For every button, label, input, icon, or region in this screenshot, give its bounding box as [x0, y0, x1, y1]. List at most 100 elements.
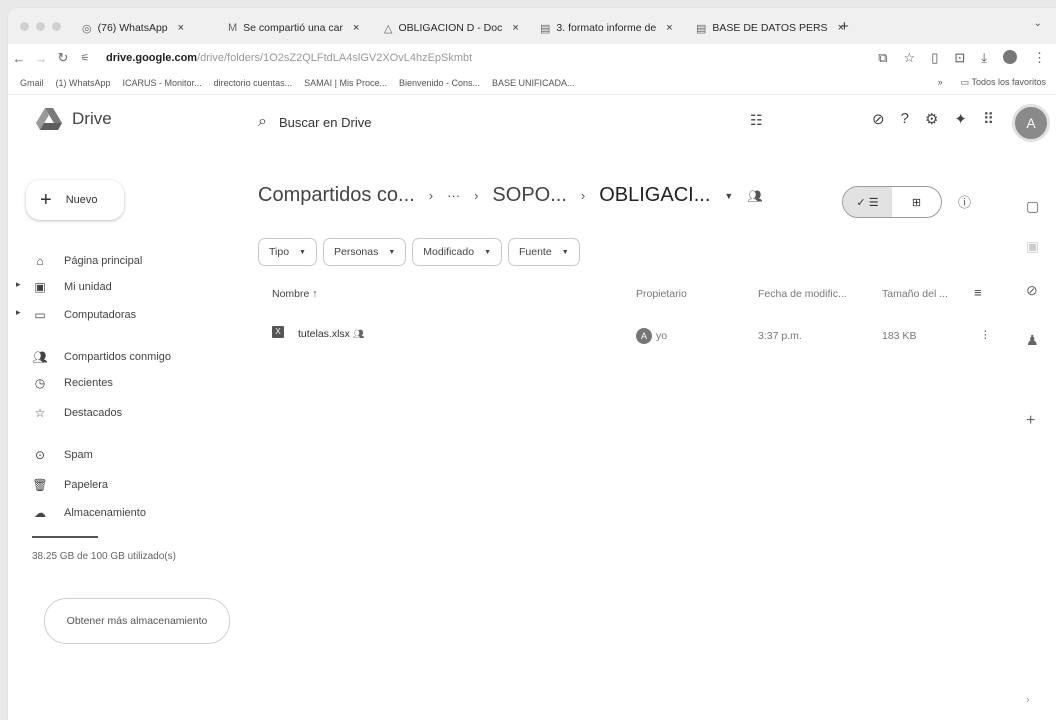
column-modified[interactable]: Fecha de modific... [758, 288, 847, 300]
sidebar-item-shared[interactable]: 👥︎ Compartidos conmigo [28, 346, 171, 368]
filter-type[interactable]: Tipo ▼ [258, 238, 317, 266]
back-arrow-icon[interactable]: ← [8, 51, 30, 66]
apps-grid-icon[interactable]: ⠿ [983, 110, 994, 128]
new-button[interactable]: + Nuevo [26, 180, 124, 220]
tab-sheets-base[interactable]: ▤ BASE DE DATOS PERS × [688, 14, 844, 42]
all-bookmarks-button[interactable]: ▭ Todos los favoritos [961, 77, 1046, 88]
tab-drive-doc[interactable]: △ OBLIGACION D - Doc × [376, 14, 532, 42]
drive-logo[interactable]: Drive [36, 108, 112, 130]
tab-gmail[interactable]: M Se compartió una car × [220, 14, 376, 42]
sidebar-item-home[interactable]: ⌂ Página principal [28, 250, 142, 272]
new-button-label: Nuevo [65, 194, 98, 206]
star-icon: ☆ [34, 406, 46, 420]
chevron-right-icon: › [428, 188, 434, 203]
folder-menu-caret-icon[interactable]: ▼ [724, 191, 733, 201]
expand-computers-icon[interactable]: ▸ [16, 307, 21, 318]
chevron-right-icon: › [580, 188, 586, 203]
table-row[interactable]: X tutelas.xlsx 👥︎ Ayo 3:37 p.m. 183 KB ⋮ [258, 320, 1002, 350]
ready-offline-icon[interactable]: ⊘ [872, 110, 885, 128]
help-icon[interactable]: ? [901, 110, 909, 128]
drive-icon: △ [384, 22, 393, 35]
menu-kebab-icon[interactable]: ⋮ [1033, 50, 1046, 66]
row-more-actions-icon[interactable]: ⋮ [980, 329, 991, 341]
sidebar-item-storage[interactable]: ☁ Almacenamiento [28, 502, 146, 524]
settings-gear-icon[interactable]: ⚙ [925, 110, 938, 128]
sidebar-item-starred[interactable]: ☆ Destacados [28, 402, 122, 424]
gemini-sparkle-icon[interactable]: ✦ [954, 110, 967, 128]
breadcrumb-root[interactable]: Compartidos co... [258, 184, 415, 207]
close-tab-icon[interactable]: × [512, 22, 518, 34]
column-size[interactable]: Tamaño del ... [882, 288, 948, 300]
address-bar[interactable]: drive.google.com/drive/folders/1O2sZ2QLF… [106, 52, 472, 64]
tab-label: OBLIGACION D - Doc [398, 22, 503, 34]
column-name[interactable]: Nombre ↑ [272, 288, 318, 300]
get-more-storage-button[interactable]: Obtener más almacenamiento [44, 598, 230, 644]
sidebar-item-recent[interactable]: ◷ Recientes [28, 372, 113, 394]
owner-label: yo [656, 329, 668, 342]
extension-icon[interactable]: ▯ [931, 50, 938, 66]
bookmark-samai[interactable]: SAMAI | Mis Proce... [304, 78, 387, 88]
reload-icon[interactable]: ↻ [52, 50, 74, 66]
breadcrumb-ellipsis[interactable]: ··· [447, 188, 460, 203]
profile-avatar[interactable] [1003, 50, 1017, 64]
caret-down-icon: ▼ [561, 248, 569, 256]
bookmark-base-unificada[interactable]: BASE UNIFICADA... [492, 78, 575, 88]
close-tab-icon[interactable]: × [666, 22, 672, 34]
breadcrumb-current[interactable]: OBLIGACI... [599, 184, 710, 207]
sheets-icon: ▤ [540, 22, 551, 35]
info-icon[interactable]: ⓘ [958, 192, 971, 211]
breadcrumb-parent[interactable]: SOPO... [492, 184, 566, 207]
puzzle-icon[interactable]: ⊡ [954, 50, 965, 66]
grid-view-button[interactable]: ⊞ [892, 187, 941, 217]
file-list-header: Nombre ↑ Propietario Fecha de modific...… [258, 284, 1002, 308]
home-icon: ⌂ [36, 254, 44, 268]
bookmark-gmail[interactable]: Gmail [20, 78, 44, 88]
more-bookmarks-button[interactable]: » [938, 77, 943, 88]
bookmark-star-icon[interactable]: ☆ [904, 50, 916, 66]
sidebar-item-spam[interactable]: ⊙ Spam [28, 444, 93, 466]
sort-options-icon[interactable]: ≡ [974, 285, 982, 300]
owner-avatar: A [636, 328, 652, 344]
sidebar-item-computers[interactable]: ▭ Computadoras [28, 304, 136, 326]
search-input[interactable]: ⌕ Buscar en Drive [244, 104, 764, 140]
close-window-dot[interactable] [20, 21, 29, 31]
site-info-icon[interactable]: ⚟ [74, 53, 96, 64]
cast-icon[interactable]: ⧉ [878, 50, 887, 66]
close-tab-icon[interactable]: × [353, 22, 359, 34]
forward-arrow-icon[interactable]: → [30, 51, 52, 66]
list-view-button[interactable]: ✓ ☰ [843, 187, 892, 217]
filter-label: Tipo [269, 246, 290, 258]
bookmark-bienvenido[interactable]: Bienvenido - Cons... [399, 78, 480, 88]
maximize-window-dot[interactable] [52, 21, 61, 31]
bookmark-whatsapp[interactable]: (1) WhatsApp [56, 78, 111, 88]
close-tab-icon[interactable]: × [178, 22, 184, 34]
tasks-icon[interactable]: ⊘ [1026, 282, 1038, 299]
filter-modified[interactable]: Modificado ▼ [412, 238, 502, 266]
add-addon-icon[interactable]: + [1026, 412, 1035, 430]
sidebar-item-label: Computadoras [64, 309, 137, 321]
tab-whatsapp[interactable]: ◎ (76) WhatsApp × [74, 14, 220, 42]
bookmark-directorio[interactable]: directorio cuentas... [214, 78, 293, 88]
sidebar-item-my-drive[interactable]: ▣ Mi unidad [28, 276, 111, 298]
hide-side-panel-icon[interactable]: › [1026, 694, 1030, 706]
sidebar-item-trash[interactable]: 🗑︎ Papelera [28, 474, 108, 496]
new-tab-button[interactable]: + [840, 18, 849, 35]
account-avatar[interactable]: A [1012, 104, 1050, 142]
breadcrumb: Compartidos co... › ··· › SOPO... › OBLI… [258, 184, 763, 207]
bookmark-icarus[interactable]: ICARUS - Monitor... [123, 78, 202, 88]
filter-source[interactable]: Fuente ▼ [508, 238, 580, 266]
download-icon[interactable]: ⤓ [981, 50, 987, 66]
tab-sheets-format[interactable]: ▤ 3. formato informe de × [532, 14, 688, 42]
shared-folder-icon[interactable]: 👥︎ [747, 189, 762, 203]
expand-my-drive-icon[interactable]: ▸ [16, 279, 21, 290]
filter-label: Modificado [423, 246, 475, 258]
column-owner[interactable]: Propietario [636, 288, 687, 300]
calendar-icon[interactable]: ▢ [1026, 198, 1039, 215]
file-name[interactable]: tutelas.xlsx 👥︎ [298, 328, 364, 340]
keep-icon[interactable]: ▣ [1026, 238, 1039, 255]
tab-search-chevron-icon[interactable]: ⌄ [1034, 18, 1042, 29]
contacts-icon[interactable]: ♟ [1026, 332, 1039, 349]
minimize-window-dot[interactable] [36, 21, 45, 31]
search-options-icon[interactable]: ☷ [750, 112, 763, 129]
filter-people[interactable]: Personas ▼ [322, 238, 407, 266]
